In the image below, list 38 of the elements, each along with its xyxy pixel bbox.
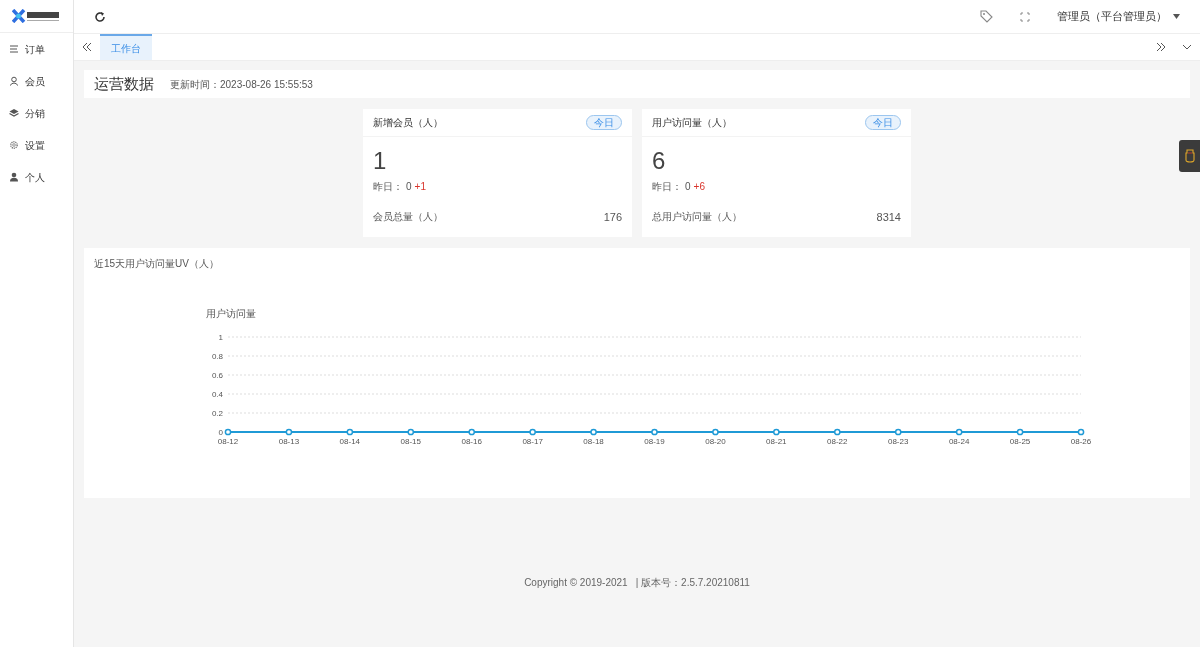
yesterday-label: 昨日： <box>652 180 682 194</box>
today-badge: 今日 <box>586 115 622 130</box>
category-label: 08-19 <box>644 437 665 446</box>
category-label: 08-16 <box>461 437 482 446</box>
y-axis: 0 0.2 0.4 0.6 0.8 1 <box>211 333 223 437</box>
category-label: 08-22 <box>827 437 848 446</box>
yesterday-value: 0 <box>685 180 691 194</box>
category-label: 08-23 <box>887 437 909 446</box>
total-value: 176 <box>603 210 622 225</box>
card-title: 用户访问量（人） <box>652 116 732 130</box>
section-title: 运营数据 <box>94 73 154 94</box>
today-badge: 今日 <box>865 115 901 130</box>
copyright-text: Copyright © 2019-2021 <box>524 576 628 590</box>
yesterday-value: 0 <box>406 180 412 194</box>
category-label: 08-13 <box>278 437 300 446</box>
version-text: | 版本号：2.5.7.20210811 <box>635 576 750 590</box>
change-value: +1 <box>414 180 426 194</box>
category-label: 08-24 <box>948 437 970 446</box>
card-title: 新增会员（人） <box>373 116 443 130</box>
stat-value: 6 <box>652 147 667 175</box>
category-label: 08-14 <box>339 437 361 446</box>
change-value: +6 <box>693 180 705 194</box>
category-label: 08-20 <box>705 437 726 446</box>
category-label: 08-15 <box>400 437 422 446</box>
category-label: 08-21 <box>766 437 787 446</box>
y-axis-label: 用户访问量 <box>206 308 256 319</box>
total-label: 会员总量（人） <box>373 210 443 224</box>
chart-title: 近15天用户访问量UV（人） <box>94 257 220 271</box>
category-label: 08-26 <box>1070 437 1092 446</box>
update-time: 更新时间：2023-08-26 15:55:53 <box>170 77 313 92</box>
stat-value: 1 <box>373 147 388 175</box>
category-label: 08-17 <box>522 437 543 446</box>
category-label: 08-12 <box>217 437 239 446</box>
total-value: 8314 <box>876 210 901 225</box>
yesterday-label: 昨日： <box>373 180 403 194</box>
category-label: 08-25 <box>1009 437 1031 446</box>
total-label: 总用户访问量（人） <box>652 210 742 224</box>
category-label: 08-18 <box>583 437 604 446</box>
